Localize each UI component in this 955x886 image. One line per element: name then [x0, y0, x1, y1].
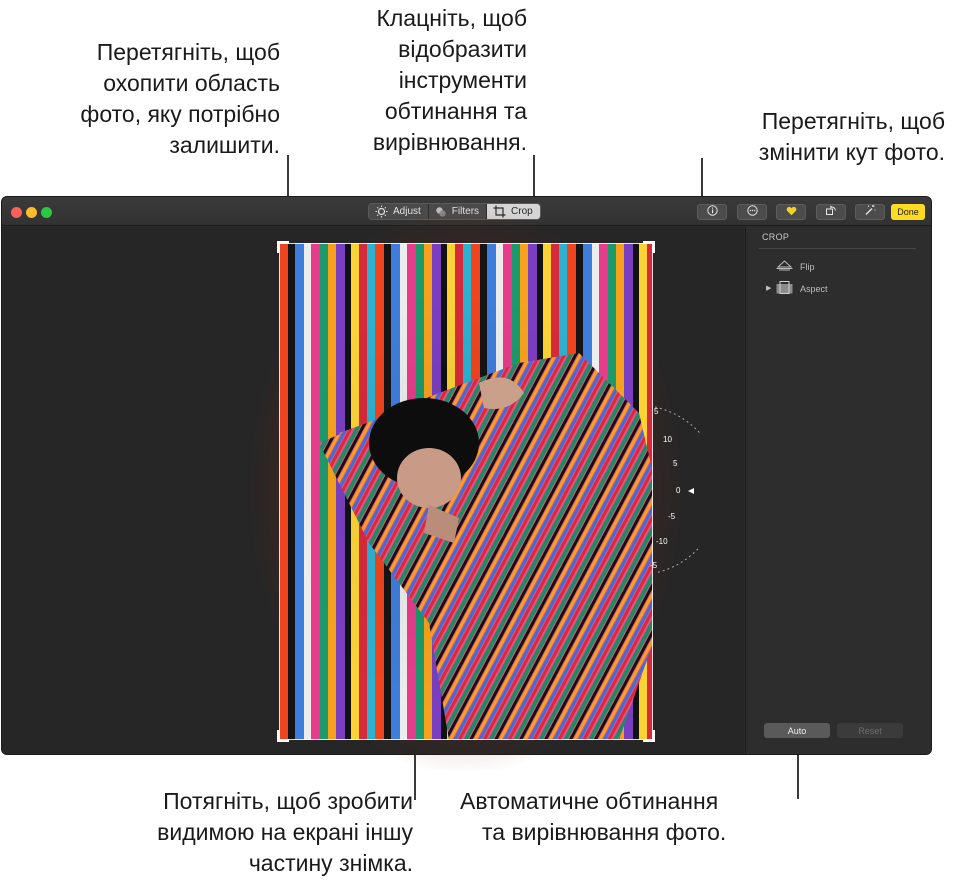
- callout-line: інструменти: [398, 67, 527, 93]
- crop-handle-top-left[interactable]: [277, 241, 289, 253]
- angle-tick-label: -5: [650, 561, 658, 570]
- aspect-button[interactable]: Aspect: [776, 281, 828, 296]
- magic-wand-icon: [864, 203, 876, 221]
- done-button[interactable]: Done: [891, 204, 925, 220]
- crop-handle-top-right[interactable]: [643, 241, 655, 253]
- sidebar-divider: [759, 248, 916, 249]
- callout-line: частину знімка.: [248, 850, 413, 876]
- callout-line: фото, яку потрібно: [80, 101, 280, 127]
- more-button[interactable]: [737, 204, 767, 220]
- angle-tick-label: -10: [656, 537, 668, 546]
- heart-icon: [786, 203, 797, 221]
- callout-auto-crop: Автоматичне обтинання та вирівнювання фо…: [460, 786, 726, 848]
- callout-drag-angle: Перетягніть, щоб змінити кут фото.: [759, 106, 945, 168]
- callout-line: залишити.: [169, 132, 280, 158]
- disclosure-triangle-icon[interactable]: ▶: [766, 284, 771, 292]
- callout-line: Потягніть, щоб зробити: [163, 788, 413, 814]
- callout-line: Перетягніть, щоб: [96, 39, 280, 65]
- callout-click-tools: Клацніть, щоб відобразити інструменти об…: [373, 3, 527, 158]
- favorite-button[interactable]: [776, 204, 806, 220]
- callout-drag-area: Перетягніть, щоб охопити область фото, я…: [80, 37, 280, 161]
- angle-tick-label: 5: [673, 459, 678, 468]
- callout-line: Автоматичне обтинання: [460, 788, 719, 814]
- crop-handle-bottom-left[interactable]: [277, 730, 289, 742]
- callout-line: змінити кут фото.: [758, 139, 945, 165]
- rotate-icon: [825, 203, 837, 221]
- callout-line: обтинання та: [384, 98, 527, 124]
- flip-label: Flip: [800, 262, 815, 272]
- aspect-icon: [776, 281, 793, 296]
- minimize-window-button[interactable]: [26, 207, 37, 218]
- angle-tick-label: 10: [663, 435, 672, 444]
- reset-button[interactable]: Reset: [837, 723, 903, 738]
- callout-line: вирівнювання.: [372, 129, 527, 155]
- callout-line: видимою на екрані іншу: [157, 819, 413, 845]
- callout-line: Перетягніть, щоб: [761, 108, 945, 134]
- callout-drag-view: Потягніть, щоб зробити видимою на екрані…: [157, 786, 413, 879]
- flip-button[interactable]: Flip: [776, 260, 815, 274]
- angle-value-label: 0: [676, 486, 681, 495]
- auto-button[interactable]: Auto: [764, 723, 830, 738]
- callout-line: Клацніть, щоб: [376, 5, 527, 31]
- info-button[interactable]: [697, 204, 727, 220]
- info-icon: [706, 203, 718, 221]
- angle-tick-label: 5: [654, 407, 659, 416]
- close-window-button[interactable]: [11, 207, 22, 218]
- crop-handle-bottom-right[interactable]: [643, 730, 655, 742]
- rotate-button[interactable]: [816, 204, 846, 220]
- callout-line: охопити область: [103, 70, 280, 96]
- crop-sidebar: CROP Flip ▶ Aspect Auto Reset: [745, 227, 931, 754]
- angle-dial[interactable]: 5 10 5 0 -5 -10 -5: [560, 395, 723, 590]
- sidebar-title: CROP: [762, 232, 790, 242]
- angle-tick-label: -5: [668, 512, 676, 521]
- zoom-window-button[interactable]: [41, 207, 52, 218]
- more-icon: [746, 203, 758, 221]
- callout-line: та вирівнювання фото.: [482, 819, 727, 845]
- callout-line: відобразити: [398, 36, 527, 62]
- enhance-button[interactable]: [855, 204, 885, 220]
- aspect-label: Aspect: [800, 283, 828, 294]
- flip-icon: [776, 260, 793, 274]
